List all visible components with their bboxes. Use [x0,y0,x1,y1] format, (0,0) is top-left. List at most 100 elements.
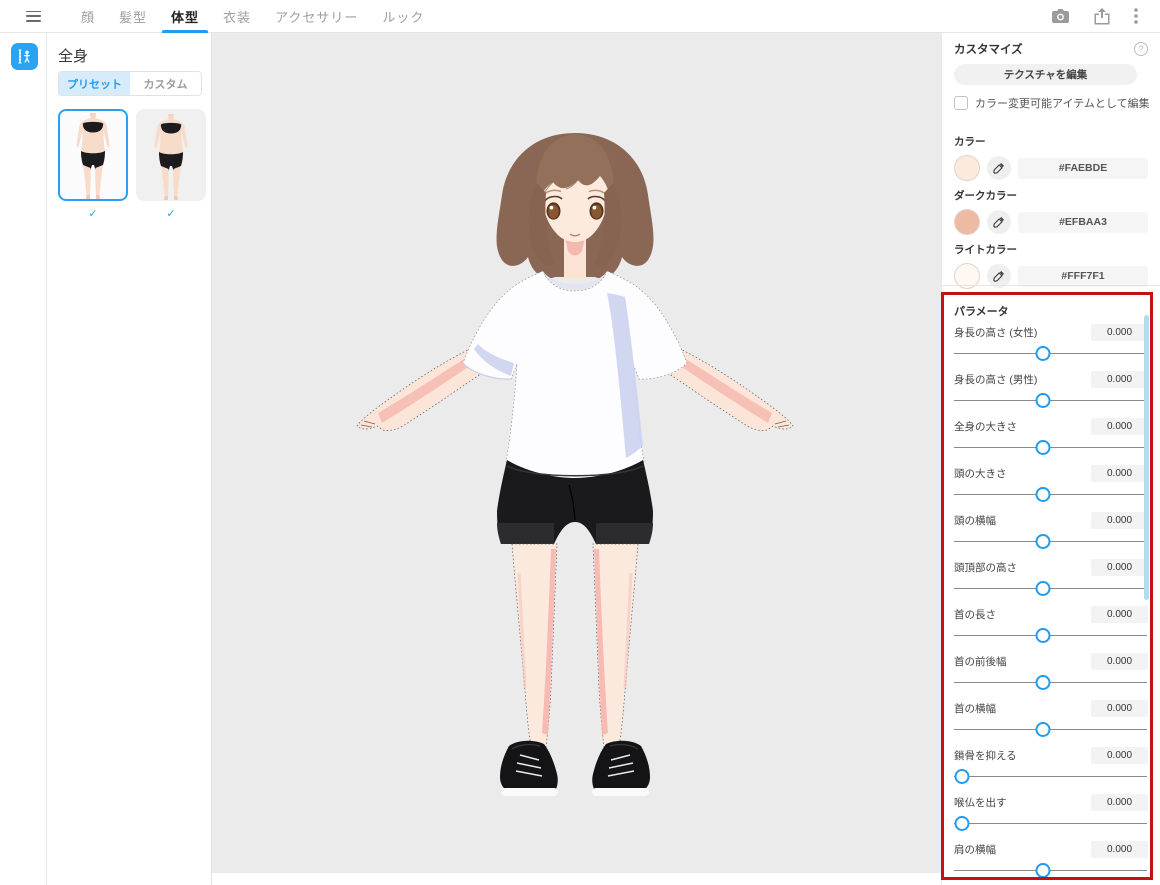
slider-handle[interactable] [1036,628,1051,643]
slider-track[interactable] [954,487,1148,503]
color-swatch[interactable] [954,209,980,235]
slider-track[interactable] [954,769,1148,785]
checkbox-label: カラー変更可能アイテムとして編集 [975,95,1150,111]
slider-value-field[interactable]: 0.000 [1091,465,1148,482]
nav-tab[interactable]: 髪型 [107,0,159,33]
nav-tab[interactable]: アクセサリー [263,0,370,33]
slider-label: 頭頂部の高さ [954,560,1017,575]
slider-value-field[interactable]: 0.000 [1091,324,1148,341]
slider-label: 全身の大きさ [954,419,1017,434]
slider-value-field[interactable]: 0.000 [1091,371,1148,388]
nav-tab[interactable]: 体型 [159,0,211,33]
slider-track[interactable] [954,393,1148,409]
body-proportions-tool-button[interactable] [11,43,38,70]
slider-track[interactable] [954,816,1148,832]
slider-track[interactable] [954,863,1148,879]
parameter-slider-row: 鎖骨を抑える 0.000 [942,746,1160,793]
slider-value-field[interactable]: 0.000 [1091,512,1148,529]
slider-value-field[interactable]: 0.000 [1091,559,1148,576]
panel-title: 全身 [58,45,88,66]
color-group: ライトカラー #FFF7F1 [954,242,1148,289]
slider-track[interactable] [954,581,1148,597]
hex-value-field[interactable]: #FAEBDE [1018,158,1148,179]
tshirt [463,271,687,480]
slider-label: 鎖骨を抑える [954,748,1017,763]
slider-label: 首の前後幅 [954,654,1007,669]
slider-value-field[interactable]: 0.000 [1091,747,1148,764]
segmented-tab[interactable]: プリセット [59,72,130,95]
topbar-actions [1051,7,1138,25]
parameters-title: パラメータ [942,292,1160,323]
eyedropper-icon [993,216,1005,228]
help-icon[interactable]: ? [1134,42,1148,56]
body-preset-thumbnail[interactable] [136,109,206,201]
color-changeable-checkbox-row[interactable]: カラー変更可能アイテムとして編集 [954,95,1150,111]
slider-track[interactable] [954,440,1148,456]
slider-label: 喉仏を出す [954,795,1007,810]
slider-value-field[interactable]: 0.000 [1091,700,1148,717]
hex-value-field[interactable]: #FFF7F1 [1018,266,1148,287]
preset-item: ✓ [58,109,128,220]
slider-handle[interactable] [1036,440,1051,455]
parameter-slider-row: 頭の大きさ 0.000 [942,464,1160,511]
slider-handle[interactable] [1036,722,1051,737]
nav-tab[interactable]: ルック [370,0,436,33]
slider-value-field[interactable]: 0.000 [1091,794,1148,811]
slider-value-field[interactable]: 0.000 [1091,606,1148,623]
parameters-section: パラメータ 身長の高さ (女性) 0.000 身長の高さ (男性) 0.000 [942,292,1160,885]
slider-label: 首の長さ [954,607,996,622]
panel-scrollbar-thumb[interactable] [1144,315,1149,600]
slider-track[interactable] [954,675,1148,691]
slider-label: 首の横幅 [954,701,996,716]
slider-track[interactable] [954,722,1148,738]
slider-label: 頭の横幅 [954,513,996,528]
edit-texture-button[interactable]: テクスチャを編集 [954,64,1137,85]
main-nav-tabs: 顔 髪型 体型 衣装 アクセサリー ルック [69,0,436,33]
slider-handle[interactable] [1036,863,1051,878]
hamburger-menu-icon[interactable] [26,11,41,22]
inspector-title: カスタマイズ [954,41,1023,57]
slider-track[interactable] [954,346,1148,362]
eyedropper-icon [993,270,1005,282]
slider-label: 身長の高さ (女性) [954,325,1037,340]
nav-tab[interactable]: 衣装 [211,0,263,33]
slider-handle[interactable] [1036,487,1051,502]
camera-icon[interactable] [1051,8,1070,24]
slider-handle[interactable] [954,816,969,831]
eyedropper-button[interactable] [987,210,1011,234]
preset-panel: 全身 プリセット カスタム [47,33,212,885]
slider-handle[interactable] [954,769,969,784]
color-group: カラー #FAEBDE [954,134,1148,181]
slider-value-field[interactable]: 0.000 [1091,653,1148,670]
legs [512,544,638,747]
slider-handle[interactable] [1036,581,1051,596]
hex-value-field[interactable]: #EFBAA3 [1018,212,1148,233]
tool-rail [0,33,47,885]
parameter-slider-row: 肩の横幅 0.000 [942,840,1160,885]
eyedropper-button[interactable] [987,156,1011,180]
slider-handle[interactable] [1036,393,1051,408]
slider-handle[interactable] [1036,534,1051,549]
parameter-slider-row: 全身の大きさ 0.000 [942,417,1160,464]
segmented-tab[interactable]: カスタム [130,72,201,95]
slider-handle[interactable] [1036,346,1051,361]
preset-item: ✓ [136,109,206,220]
color-swatch[interactable] [954,155,980,181]
slider-label: 身長の高さ (男性) [954,372,1037,387]
export-share-icon[interactable] [1094,7,1110,25]
checkbox[interactable] [954,96,968,110]
more-kebab-icon[interactable] [1134,8,1138,24]
slider-value-field[interactable]: 0.000 [1091,841,1148,858]
parameter-slider-row: 身長の高さ (男性) 0.000 [942,370,1160,417]
slider-value-field[interactable]: 0.000 [1091,418,1148,435]
parameter-slider-row: 頭の横幅 0.000 [942,511,1160,558]
nav-tab[interactable]: 顔 [69,0,107,33]
slider-handle[interactable] [1036,675,1051,690]
slider-label: 肩の横幅 [954,842,996,857]
model-viewport[interactable] [212,33,941,873]
preset-selected-checkmark: ✓ [58,207,128,220]
parameter-slider-row: 喉仏を出す 0.000 [942,793,1160,840]
slider-track[interactable] [954,628,1148,644]
slider-track[interactable] [954,534,1148,550]
body-preset-thumbnail[interactable] [58,109,128,201]
